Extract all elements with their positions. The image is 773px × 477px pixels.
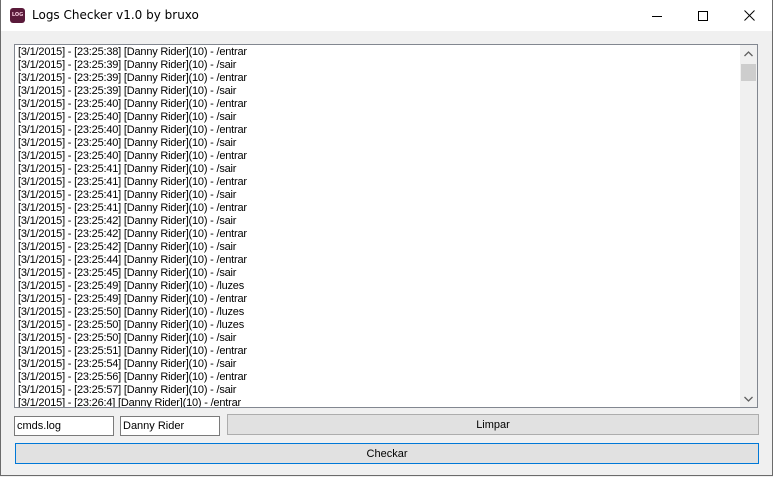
player-name-input[interactable]: Danny Rider [120, 416, 220, 436]
log-line[interactable]: [3/1/2015] - [23:25:57] [Danny Rider](10… [18, 384, 738, 397]
minimize-icon [652, 15, 662, 17]
log-line[interactable]: [3/1/2015] - [23:25:38] [Danny Rider](10… [18, 46, 738, 59]
log-line[interactable]: [3/1/2015] - [23:25:42] [Danny Rider](10… [18, 215, 738, 228]
log-line[interactable]: [3/1/2015] - [23:25:39] [Danny Rider](10… [18, 72, 738, 85]
log-line[interactable]: [3/1/2015] - [23:25:41] [Danny Rider](10… [18, 202, 738, 215]
log-line[interactable]: [3/1/2015] - [23:25:41] [Danny Rider](10… [18, 189, 738, 202]
close-icon [743, 10, 755, 21]
log-line[interactable]: [3/1/2015] - [23:25:42] [Danny Rider](10… [18, 241, 738, 254]
log-lines: [3/1/2015] - [23:25:38] [Danny Rider](10… [18, 46, 738, 407]
log-line[interactable]: [3/1/2015] - [23:25:39] [Danny Rider](10… [18, 85, 738, 98]
log-line[interactable]: [3/1/2015] - [23:25:39] [Danny Rider](10… [18, 59, 738, 72]
log-file-input[interactable]: cmds.log [14, 416, 114, 436]
log-line[interactable]: [3/1/2015] - [23:25:50] [Danny Rider](10… [18, 319, 738, 332]
log-line[interactable]: [3/1/2015] - [23:25:41] [Danny Rider](10… [18, 163, 738, 176]
log-line[interactable]: [3/1/2015] - [23:25:54] [Danny Rider](10… [18, 358, 738, 371]
log-line[interactable]: [3/1/2015] - [23:25:42] [Danny Rider](10… [18, 228, 738, 241]
maximize-icon [698, 10, 708, 21]
scroll-down-arrow-icon [744, 396, 753, 402]
log-line[interactable]: [3/1/2015] - [23:25:41] [Danny Rider](10… [18, 176, 738, 189]
log-line[interactable]: [3/1/2015] - [23:25:40] [Danny Rider](10… [18, 150, 738, 163]
log-line[interactable]: [3/1/2015] - [23:25:49] [Danny Rider](10… [18, 293, 738, 306]
title-bar[interactable]: LOG Logs Checker v1.0 by bruxo [1, 0, 772, 31]
maximize-button[interactable] [680, 0, 726, 31]
scroll-up-arrow-icon [744, 50, 753, 56]
app-window: LOG Logs Checker v1.0 by bruxo [3/1/2015… [0, 0, 773, 476]
app-log-icon: LOG [10, 8, 25, 23]
vertical-scrollbar[interactable] [740, 45, 757, 407]
log-line[interactable]: [3/1/2015] - [23:25:50] [Danny Rider](10… [18, 332, 738, 345]
clear-button[interactable]: Limpar [227, 414, 759, 435]
log-listbox[interactable]: [3/1/2015] - [23:25:38] [Danny Rider](10… [14, 44, 758, 408]
log-line[interactable]: [3/1/2015] - [23:25:56] [Danny Rider](10… [18, 371, 738, 384]
log-line[interactable]: [3/1/2015] - [23:25:40] [Danny Rider](10… [18, 98, 738, 111]
log-line[interactable]: [3/1/2015] - [23:25:40] [Danny Rider](10… [18, 124, 738, 137]
check-button[interactable]: Checkar [15, 443, 759, 464]
scrollbar-thumb[interactable] [741, 64, 756, 81]
minimize-button[interactable] [634, 0, 680, 31]
log-line[interactable]: [3/1/2015] - [23:25:49] [Danny Rider](10… [18, 280, 738, 293]
log-line[interactable]: [3/1/2015] - [23:25:51] [Danny Rider](10… [18, 345, 738, 358]
log-line[interactable]: [3/1/2015] - [23:25:40] [Danny Rider](10… [18, 111, 738, 124]
window-title: Logs Checker v1.0 by bruxo [32, 8, 199, 22]
log-line[interactable]: [3/1/2015] - [23:25:50] [Danny Rider](10… [18, 306, 738, 319]
scroll-down-button[interactable] [740, 390, 757, 407]
log-line[interactable]: [3/1/2015] - [23:25:40] [Danny Rider](10… [18, 137, 738, 150]
scroll-up-button[interactable] [740, 45, 757, 62]
log-line[interactable]: [3/1/2015] - [23:26:4] [Danny Rider](10)… [18, 397, 738, 407]
log-line[interactable]: [3/1/2015] - [23:25:45] [Danny Rider](10… [18, 267, 738, 280]
close-button[interactable] [726, 0, 772, 31]
log-line[interactable]: [3/1/2015] - [23:25:44] [Danny Rider](10… [18, 254, 738, 267]
